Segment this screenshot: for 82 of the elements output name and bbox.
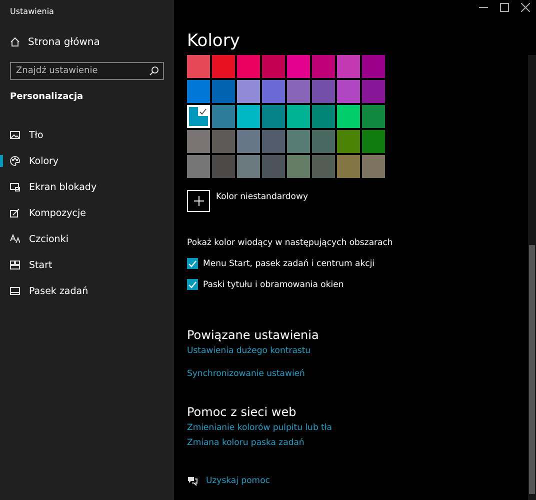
- checkbox[interactable]: [187, 258, 198, 269]
- section-heading: Pomoc z sieci web: [187, 405, 298, 419]
- nav-item[interactable]: Tło: [10, 122, 164, 148]
- home-link[interactable]: Strona główna: [10, 26, 164, 58]
- color-swatch[interactable]: [187, 55, 210, 78]
- color-swatch[interactable]: [212, 105, 235, 128]
- color-swatch[interactable]: [362, 80, 385, 103]
- page-title: Kolory: [187, 31, 241, 53]
- color-swatch[interactable]: [212, 130, 235, 153]
- color-swatch[interactable]: [237, 55, 260, 78]
- color-swatch[interactable]: [237, 80, 260, 103]
- color-swatch[interactable]: [312, 55, 335, 78]
- color-swatch[interactable]: [362, 155, 385, 178]
- nav-item[interactable]: Start: [10, 252, 164, 278]
- color-swatch[interactable]: [237, 155, 260, 178]
- color-swatch[interactable]: [362, 130, 385, 153]
- color-swatch[interactable]: [212, 80, 235, 103]
- color-swatch[interactable]: [262, 55, 285, 78]
- color-swatch[interactable]: [312, 155, 335, 178]
- chat-icon: [187, 476, 198, 486]
- nav-item[interactable]: Ekran blokady: [10, 174, 164, 200]
- get-help-link[interactable]: Uzyskaj pomoc: [206, 476, 270, 486]
- color-swatch[interactable]: [287, 105, 310, 128]
- color-swatch[interactable]: [312, 80, 335, 103]
- color-swatch[interactable]: [262, 105, 285, 128]
- checkbox[interactable]: [187, 279, 198, 290]
- nav-item[interactable]: Kompozycje: [10, 200, 164, 226]
- color-swatch[interactable]: [187, 155, 210, 178]
- help-link[interactable]: Zmienianie kolorów pulpitu lub tła: [187, 423, 332, 433]
- color-swatch[interactable]: [187, 130, 210, 153]
- color-swatch[interactable]: [212, 55, 235, 78]
- color-swatch[interactable]: [287, 80, 310, 103]
- color-swatch[interactable]: [187, 80, 210, 103]
- nav-item[interactable]: Pasek zadań: [10, 278, 164, 304]
- color-swatch[interactable]: [312, 105, 335, 128]
- checkbox-label: Paski tytułu i obramowania okien: [203, 280, 344, 290]
- color-swatch[interactable]: [362, 55, 385, 78]
- color-swatch[interactable]: [362, 105, 385, 128]
- color-swatch[interactable]: [262, 155, 285, 178]
- help-link[interactable]: Zmiana koloru paska zadań: [187, 438, 304, 448]
- color-swatch[interactable]: [337, 130, 360, 153]
- font-icon: [10, 234, 20, 244]
- color-swatch[interactable]: [287, 155, 310, 178]
- color-swatch[interactable]: [212, 155, 235, 178]
- add-color-button[interactable]: [187, 190, 210, 212]
- scrollbar[interactable]: [528, 55, 536, 500]
- color-swatch[interactable]: [237, 130, 260, 153]
- picture-icon: [10, 130, 20, 140]
- color-swatch[interactable]: [337, 55, 360, 78]
- nav-item[interactable]: Kolory: [10, 148, 164, 174]
- lock-screen-icon: [10, 182, 20, 192]
- palette-icon: [10, 156, 20, 166]
- brush-icon: [10, 208, 20, 218]
- close-icon[interactable]: [521, 3, 530, 12]
- start-tiles-icon: [10, 260, 20, 270]
- accent-label: Pokaż kolor wiodący w następujących obszarach: [187, 238, 394, 248]
- search-field[interactable]: Znajdź ustawienie: [10, 62, 164, 80]
- settings-link[interactable]: Synchronizowanie ustawień: [187, 369, 305, 379]
- color-swatch[interactable]: [262, 80, 285, 103]
- color-swatch[interactable]: [187, 105, 210, 128]
- scrollbar-thumb[interactable]: [529, 245, 535, 494]
- search-icon: [149, 66, 159, 76]
- maximize-icon[interactable]: [500, 3, 509, 12]
- checkbox-label: Menu Start, pasek zadań i centrum akcji: [203, 258, 375, 268]
- color-swatch[interactable]: [337, 80, 360, 103]
- section-heading: Powiązane ustawienia: [187, 328, 320, 342]
- check-icon: [198, 107, 208, 116]
- color-swatch[interactable]: [287, 130, 310, 153]
- nav-item[interactable]: Czcionki: [10, 226, 164, 252]
- custom-color-label: Kolor niestandardowy: [216, 192, 308, 202]
- plus-icon: [194, 196, 204, 206]
- color-swatch[interactable]: [262, 130, 285, 153]
- settings-link[interactable]: Ustawienia dużego kontrastu: [187, 346, 311, 356]
- color-swatch[interactable]: [287, 55, 310, 78]
- taskbar-icon: [10, 286, 20, 296]
- section-heading: Personalizacja: [10, 92, 84, 104]
- color-swatch[interactable]: [237, 105, 260, 128]
- window-title: Ustawienia: [10, 6, 55, 18]
- color-swatch[interactable]: [312, 130, 335, 153]
- color-swatch[interactable]: [337, 105, 360, 128]
- color-swatch[interactable]: [337, 155, 360, 178]
- home-icon: [10, 37, 20, 47]
